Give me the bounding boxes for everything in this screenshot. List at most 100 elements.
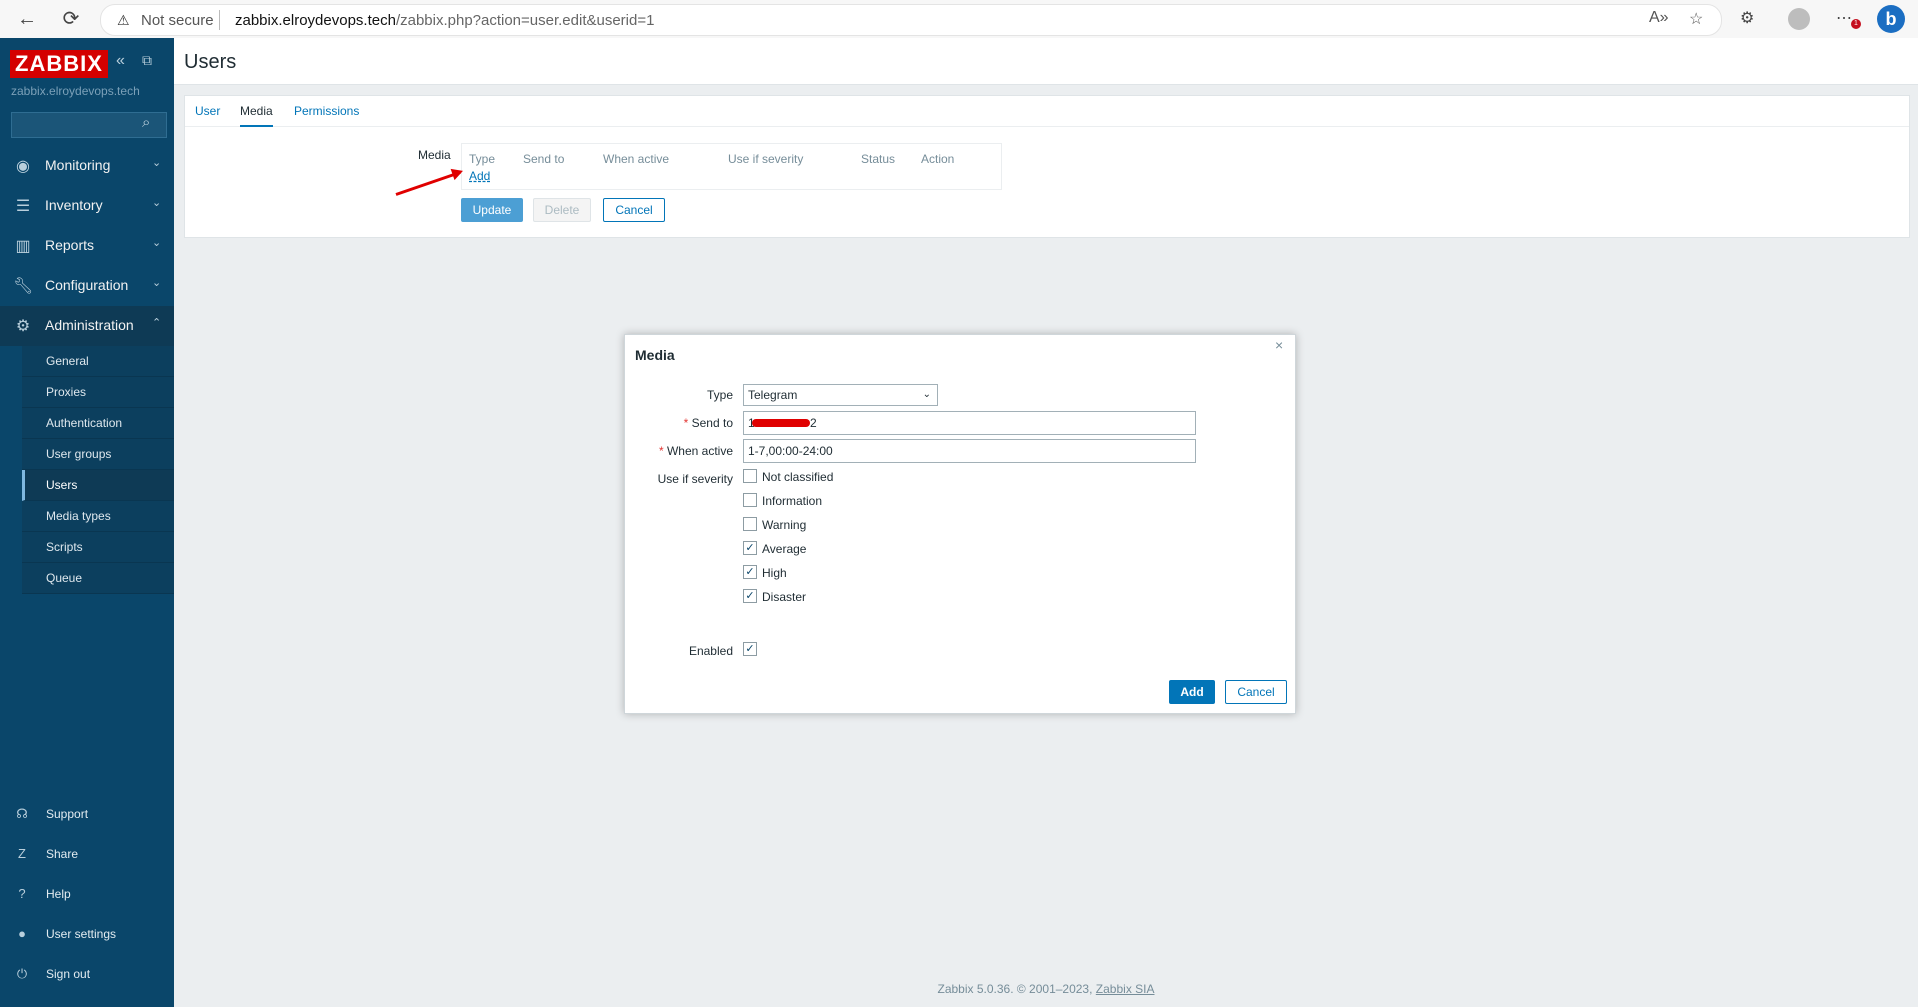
submenu-queue[interactable]: Queue <box>22 563 174 594</box>
media-dialog: Media × Type Telegram ⌄ * Send to 1 2 * … <box>624 334 1296 714</box>
send-to-input[interactable]: 1 2 <box>743 411 1196 435</box>
delete-button[interactable]: Delete <box>533 198 591 222</box>
menu-label: Administration <box>45 317 134 333</box>
user-settings-link[interactable]: ● User settings <box>0 920 174 950</box>
bottom-label: Sign out <box>46 967 91 981</box>
wrench-icon: 🔧︎ <box>13 278 34 295</box>
url-text[interactable]: zabbix.elroydevops.tech/zabbix.php?actio… <box>235 12 654 29</box>
menu-administration[interactable]: ⚙ Administration ⌃ <box>0 306 174 346</box>
checkmark-icon[interactable]: ✓ <box>743 565 757 579</box>
checkbox-label: Information <box>762 494 823 508</box>
when-active-label-text: When active <box>666 444 733 458</box>
severity-label: Use if severity <box>657 472 733 486</box>
tab-permissions[interactable]: Permissions <box>294 104 359 125</box>
submenu-scripts[interactable]: Scripts <box>22 532 174 563</box>
checkmark-icon[interactable]: ✓ <box>743 589 757 603</box>
tab-media[interactable]: Media <box>240 104 273 127</box>
dialog-cancel-button[interactable]: Cancel <box>1225 680 1287 704</box>
chevron-down-icon: ⌄ <box>152 277 162 289</box>
question-icon: ? <box>18 886 26 901</box>
submenu-users[interactable]: Users <box>22 470 174 501</box>
gear-icon: ⚙ <box>15 318 31 335</box>
footer-link[interactable]: Zabbix SIA <box>1096 982 1155 996</box>
warning-icon: ⚠ <box>117 12 130 28</box>
bar-chart-icon: ▥ <box>15 238 31 255</box>
support-link[interactable]: ☊ Support <box>0 800 174 830</box>
back-icon[interactable]: ← <box>14 6 40 32</box>
menu-configuration[interactable]: 🔧︎ Configuration ⌄ <box>0 266 174 306</box>
when-active-input[interactable]: 1-7,00:00-24:00 <box>743 439 1196 463</box>
update-button[interactable]: Update <box>461 198 523 222</box>
collapse-sidebar-icon[interactable]: « <box>116 52 125 70</box>
divider <box>219 10 220 30</box>
checkbox-label: Average <box>762 542 807 556</box>
checkmark-icon[interactable]: ✓ <box>743 642 757 656</box>
favorite-star-icon[interactable]: ☆ <box>1689 9 1703 29</box>
footer-text: Zabbix 5.0.36. © 2001–2023, <box>937 982 1093 996</box>
extensions-icon[interactable]: ⚙ <box>1740 8 1754 28</box>
send-to-value-end: 2 <box>810 416 817 430</box>
type-select[interactable]: Telegram ⌄ <box>743 384 938 406</box>
share-icon: Z <box>18 846 26 861</box>
share-link[interactable]: Z Share <box>0 840 174 870</box>
tab-user[interactable]: User <box>195 104 220 125</box>
dialog-title: Media <box>635 347 675 363</box>
bing-icon[interactable]: b <box>1877 5 1905 33</box>
submenu-general[interactable]: General <box>22 346 174 377</box>
headset-icon: ☊ <box>16 806 28 821</box>
bottom-label: Help <box>46 887 71 901</box>
media-table: Type Send to When active Use if severity… <box>461 143 1002 190</box>
menu-inventory[interactable]: ☰ Inventory ⌄ <box>0 186 174 226</box>
administration-submenu: General Proxies Authentication User grou… <box>22 346 174 594</box>
menu-label: Monitoring <box>45 157 111 173</box>
when-active-label: * When active <box>658 444 733 458</box>
refresh-icon[interactable]: ⟳ <box>58 6 84 32</box>
checkmark-icon[interactable]: ✓ <box>743 541 757 555</box>
checkbox-label: Disaster <box>762 590 807 604</box>
add-button[interactable]: Add <box>1169 680 1215 704</box>
chevron-down-icon: ⌄ <box>152 197 162 209</box>
profile-avatar[interactable] <box>1788 8 1810 30</box>
add-media-link[interactable]: Add <box>469 169 490 183</box>
address-bar[interactable]: ⚠ Not secure zabbix.elroydevops.tech/zab… <box>100 4 1722 36</box>
sidebar: ZABBIX « ⧉ zabbix.elroydevops.tech ⌕ ◉ M… <box>0 38 174 1007</box>
notification-badge-icon: 1 <box>1851 19 1861 29</box>
search-icon[interactable]: ⌕ <box>142 112 150 134</box>
chevron-up-icon: ⌃ <box>152 317 162 329</box>
submenu-user-groups[interactable]: User groups <box>22 439 174 470</box>
checkbox[interactable] <box>743 493 757 507</box>
checkbox-label: Not classified <box>762 470 834 484</box>
send-to-label: * Send to <box>683 416 733 430</box>
column-header: Send to <box>523 152 565 166</box>
close-icon[interactable]: × <box>1275 337 1283 353</box>
user-icon: ● <box>18 926 26 941</box>
url-path: /zabbix.php?action=user.edit&userid=1 <box>395 12 655 29</box>
browser-toolbar: ← ⟳ ⚠ Not secure zabbix.elroydevops.tech… <box>0 0 1918 39</box>
menu-label: Reports <box>45 237 95 253</box>
redaction-mark <box>752 419 810 427</box>
checkbox-label: High <box>762 566 787 580</box>
bottom-label: User settings <box>46 927 117 941</box>
submenu-media-types[interactable]: Media types <box>22 501 174 532</box>
type-label: Type <box>706 388 733 402</box>
url-host: zabbix.elroydevops.tech <box>235 12 396 29</box>
more-menu-icon[interactable]: ⋯ <box>1836 8 1852 28</box>
checkbox[interactable] <box>743 517 757 531</box>
menu-monitoring[interactable]: ◉ Monitoring ⌄ <box>0 146 174 186</box>
kiosk-mode-icon[interactable]: ⧉ <box>142 52 152 69</box>
checkbox[interactable] <box>743 469 757 483</box>
list-icon: ☰ <box>15 198 31 215</box>
submenu-authentication[interactable]: Authentication <box>22 408 174 439</box>
column-header: Type <box>469 152 496 166</box>
help-link[interactable]: ? Help <box>0 880 174 910</box>
read-aloud-icon[interactable]: A» <box>1649 9 1669 27</box>
bottom-label: Share <box>46 847 79 861</box>
bottom-label: Support <box>46 807 89 821</box>
server-name: zabbix.elroydevops.tech <box>11 84 140 98</box>
checkbox-label: Warning <box>762 518 807 532</box>
menu-reports[interactable]: ▥ Reports ⌄ <box>0 226 174 266</box>
zabbix-logo[interactable]: ZABBIX <box>10 50 108 78</box>
sign-out-link[interactable]: ⏻ Sign out <box>0 960 174 990</box>
submenu-proxies[interactable]: Proxies <box>22 377 174 408</box>
cancel-button[interactable]: Cancel <box>603 198 665 222</box>
